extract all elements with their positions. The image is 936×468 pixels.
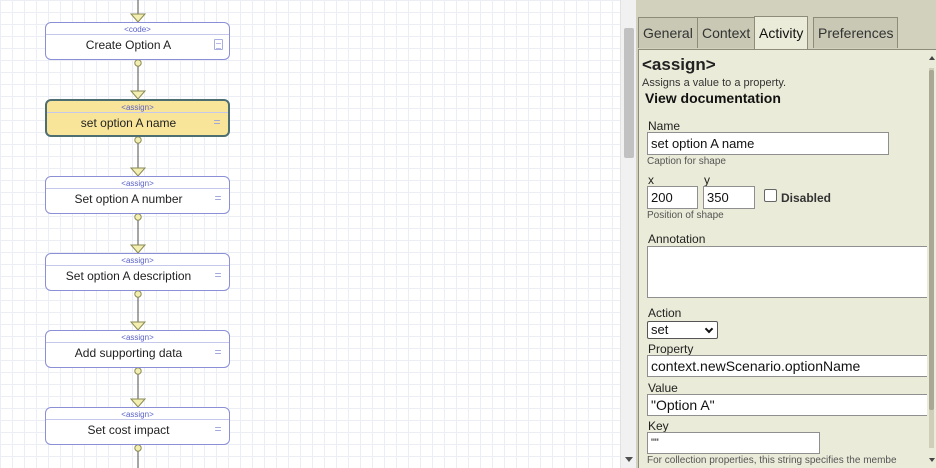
action-label: Action xyxy=(648,306,682,320)
scroll-up-icon[interactable] xyxy=(929,56,935,60)
connector-arrow xyxy=(129,90,147,100)
shape-caption: Set cost impact xyxy=(87,423,170,437)
position-hint: Position of shape xyxy=(647,210,724,221)
shape-type-label: <assign> xyxy=(121,103,154,112)
shape-divider xyxy=(46,188,229,189)
properties-panel: General Context Activity Preferences <as… xyxy=(636,0,936,468)
disabled-checkbox[interactable] xyxy=(764,189,777,202)
shape-divider xyxy=(46,342,229,343)
name-label: Name xyxy=(648,119,681,133)
shape-caption: Create Option A xyxy=(85,38,172,52)
key-field[interactable]: "" xyxy=(647,432,820,454)
x-position-field[interactable]: 200 xyxy=(647,186,698,209)
connector-arrow xyxy=(129,398,147,408)
shape-caption: set option A name xyxy=(80,116,177,130)
shape-caption: Set option A description xyxy=(65,269,192,283)
shape-set-option-a-description[interactable]: <assign> Set option A description = xyxy=(45,253,230,291)
equals-icon: = xyxy=(214,268,222,282)
annotation-label: Annotation xyxy=(648,232,706,246)
value-field[interactable]: "Option A" xyxy=(647,394,936,416)
shape-type-label: <assign> xyxy=(121,256,154,265)
activity-tab-content: <assign> Assigns a value to a property. … xyxy=(638,49,936,468)
connector-port[interactable] xyxy=(134,213,142,221)
connector-port[interactable] xyxy=(134,444,142,452)
action-select-value: set xyxy=(651,322,669,337)
key-label: Key xyxy=(648,419,669,433)
disabled-label: Disabled xyxy=(781,191,832,205)
shape-type-label: <assign> xyxy=(121,333,154,342)
tab-activity[interactable]: Activity xyxy=(754,16,809,49)
shape-type-label: <assign> xyxy=(121,410,154,419)
y-position-field[interactable]: 350 xyxy=(703,186,755,209)
connector-layer xyxy=(129,0,147,468)
equals-icon: = xyxy=(214,345,222,359)
canvas-scrollbar[interactable] xyxy=(620,0,636,468)
view-documentation-link[interactable]: View documentation xyxy=(645,90,781,106)
connector-port[interactable] xyxy=(134,367,142,375)
shape-set-option-a-name[interactable]: <assign> set option A name = xyxy=(45,99,230,137)
name-field[interactable]: set option A name xyxy=(647,132,889,155)
name-hint: Caption for shape xyxy=(647,156,726,167)
connector-arrow xyxy=(129,167,147,177)
connector-port[interactable] xyxy=(134,136,142,144)
diagram-canvas[interactable]: <code> Create Option A <assign> set opti… xyxy=(0,0,620,468)
shape-caption: Add supporting data xyxy=(74,346,183,360)
action-select[interactable]: set xyxy=(647,321,718,339)
property-field[interactable]: context.newScenario.optionName xyxy=(647,355,936,377)
shape-set-option-a-number[interactable]: <assign> Set option A number = xyxy=(45,176,230,214)
equals-icon: = xyxy=(213,115,221,129)
chevron-down-icon xyxy=(704,324,714,334)
canvas-scrollbar-thumb[interactable] xyxy=(624,28,634,158)
value-label: Value xyxy=(648,381,678,395)
equals-icon: = xyxy=(214,191,222,205)
tab-preferences[interactable]: Preferences xyxy=(813,17,899,48)
activity-description: Assigns a value to a property. xyxy=(642,77,787,89)
panel-scrollbar[interactable] xyxy=(927,50,936,468)
connector-arrow xyxy=(129,13,147,23)
connector-arrow xyxy=(129,244,147,254)
shape-caption: Set option A number xyxy=(74,192,183,206)
shape-divider xyxy=(47,112,228,113)
equals-icon: = xyxy=(214,422,222,436)
shape-divider xyxy=(46,34,229,35)
shape-create-option-a[interactable]: <code> Create Option A xyxy=(45,22,230,60)
shape-add-supporting-data[interactable]: <assign> Add supporting data = xyxy=(45,330,230,368)
y-label: y xyxy=(704,173,710,187)
shape-set-cost-impact[interactable]: <assign> Set cost impact = xyxy=(45,407,230,445)
key-hint: For collection properties, this string s… xyxy=(647,455,897,466)
annotation-textarea[interactable] xyxy=(647,246,936,298)
connector-arrow xyxy=(129,321,147,331)
activity-heading: <assign> xyxy=(642,55,716,74)
shape-type-label: <code> xyxy=(124,25,151,34)
scroll-down-icon[interactable] xyxy=(625,457,633,462)
property-label: Property xyxy=(648,342,694,356)
shape-divider xyxy=(46,265,229,266)
panel-scroll-thumb[interactable] xyxy=(929,70,934,410)
connector-port[interactable] xyxy=(134,59,142,67)
tab-context[interactable]: Context xyxy=(697,17,756,48)
tab-general[interactable]: General xyxy=(638,17,698,48)
connector-port[interactable] xyxy=(134,290,142,298)
shape-divider xyxy=(46,419,229,420)
scroll-down-icon[interactable] xyxy=(929,458,935,462)
x-label: x xyxy=(648,173,654,187)
shape-type-label: <assign> xyxy=(121,179,154,188)
document-icon xyxy=(214,39,223,50)
